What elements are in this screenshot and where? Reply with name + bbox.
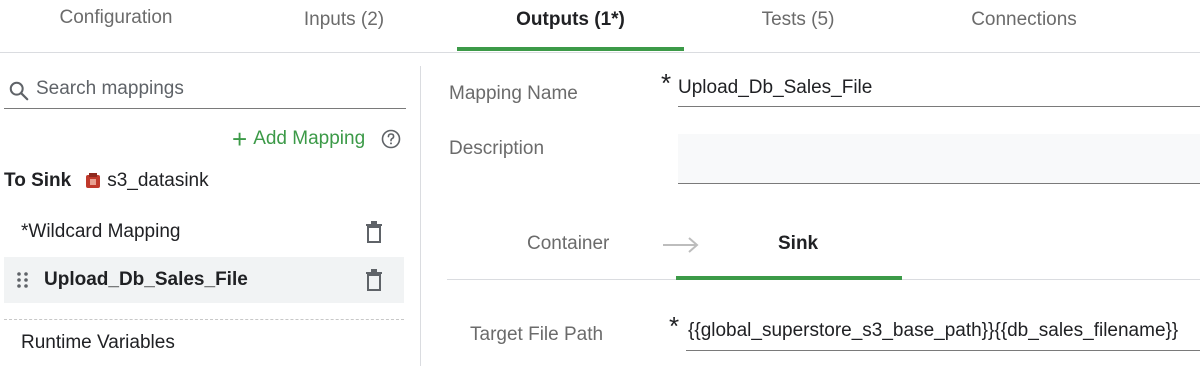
section-divider <box>4 319 404 320</box>
mapping-label: *Wildcard Mapping <box>21 221 181 242</box>
add-mapping-button[interactable]: + Add Mapping <box>232 126 365 152</box>
tab-connections[interactable]: Connections <box>950 2 1098 52</box>
active-tab-indicator <box>457 47 684 51</box>
target-file-path-label: Target File Path <box>470 324 604 345</box>
add-mapping-label: Add Mapping <box>253 128 366 149</box>
tab-outputs[interactable]: Outputs (1*) <box>457 2 684 52</box>
mapping-name-value: Upload_Db_Sales_File <box>678 77 873 98</box>
search-input[interactable] <box>36 74 396 104</box>
mapping-label: Upload_Db_Sales_File <box>44 269 248 290</box>
help-icon[interactable] <box>381 129 401 149</box>
plus-icon: + <box>232 124 248 154</box>
description-field[interactable] <box>678 134 1200 184</box>
active-subtab-indicator <box>676 276 902 280</box>
subtab-sink[interactable]: Sink <box>778 233 818 255</box>
mapping-item-upload-db-sales-file[interactable]: Upload_Db_Sales_File <box>4 257 404 303</box>
mapping-name-field[interactable]: Upload_Db_Sales_File <box>678 72 1200 107</box>
to-sink-header: To Sink s3_datasink <box>4 168 209 194</box>
required-marker: * <box>661 68 672 98</box>
drag-handle-icon[interactable] <box>16 271 30 289</box>
mapping-name-label: Mapping Name <box>449 83 578 104</box>
to-sink-label: To Sink <box>4 170 72 191</box>
search-icon <box>9 81 29 101</box>
tab-configuration[interactable]: Configuration <box>40 0 192 50</box>
mapping-item-wildcard[interactable]: *Wildcard Mapping <box>4 209 404 255</box>
arrow-right-icon <box>663 237 699 253</box>
panel-divider <box>420 66 421 366</box>
trash-icon[interactable] <box>363 268 385 292</box>
tab-bar: Configuration Inputs (2) Outputs (1*) Te… <box>0 0 1200 53</box>
subtab-container[interactable]: Container <box>527 233 609 255</box>
search-mappings <box>4 74 406 109</box>
s3-bucket-icon <box>86 173 101 188</box>
target-file-path-value: {{global_superstore_s3_base_path}}{{db_s… <box>688 320 1179 341</box>
trash-icon[interactable] <box>363 220 385 244</box>
target-file-path-field[interactable]: {{global_superstore_s3_base_path}}{{db_s… <box>686 314 1200 351</box>
sink-name[interactable]: s3_datasink <box>107 170 208 192</box>
runtime-variables-item[interactable]: Runtime Variables <box>21 332 175 354</box>
required-marker: * <box>669 311 680 341</box>
tab-inputs[interactable]: Inputs (2) <box>282 2 406 52</box>
tab-tests[interactable]: Tests (5) <box>740 2 856 52</box>
description-label: Description <box>449 138 545 159</box>
